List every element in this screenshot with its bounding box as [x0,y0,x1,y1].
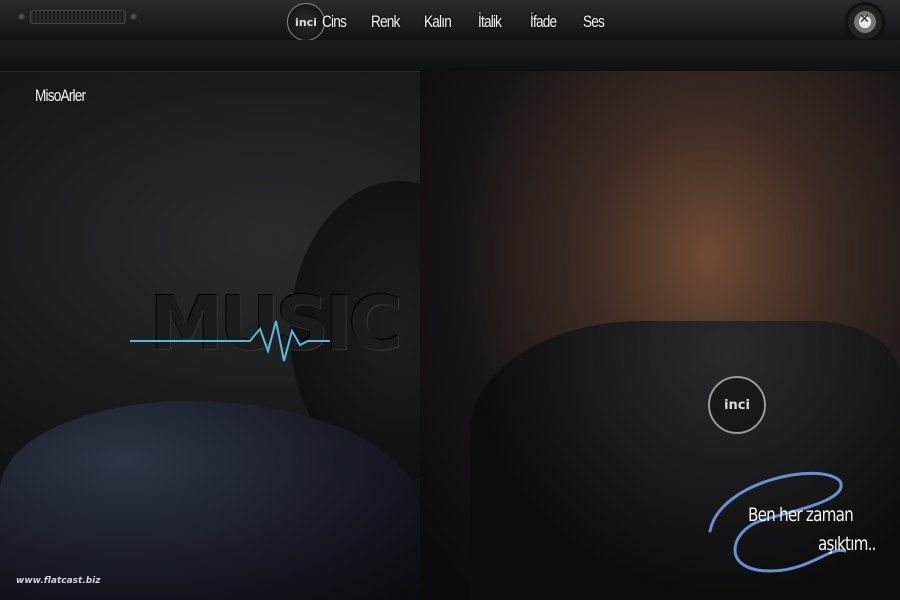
menu-item-color[interactable]: Renk [371,12,400,32]
menu-item-sound[interactable]: Ses [583,12,605,32]
dot-icon [130,13,137,20]
quote-line-2: aşıktım.. [818,533,877,555]
menu-item-font[interactable]: Cins [322,12,347,32]
pulse-icon [130,320,330,362]
badge-text: inci [724,397,750,413]
logo-badge[interactable]: inci [287,3,325,41]
gear-icon[interactable] [848,5,882,39]
credit-text: www.flatcast.biz [16,576,101,586]
background-scene: MUSIC inci Ben her zaman aşıktım.. www.f… [0,71,900,600]
menu-item-italic[interactable]: İtalik [478,12,502,32]
menu-item-emoticons[interactable]: İfade [530,12,557,32]
volume-slider[interactable] [30,10,126,24]
dot-icon [18,13,25,20]
inci-badge: inci [708,376,766,434]
quote-line-1: Ben her zaman [748,504,854,526]
sub-toolbar: MisoArler [0,40,900,105]
app-window: inci Cins Renk Kalın İtalik İfade Ses Mi… [0,0,900,600]
top-toolbar: inci Cins Renk Kalın İtalik İfade Ses [0,0,900,41]
logo-text: inci [295,15,317,29]
menu-item-bold[interactable]: Kalın [424,12,452,32]
